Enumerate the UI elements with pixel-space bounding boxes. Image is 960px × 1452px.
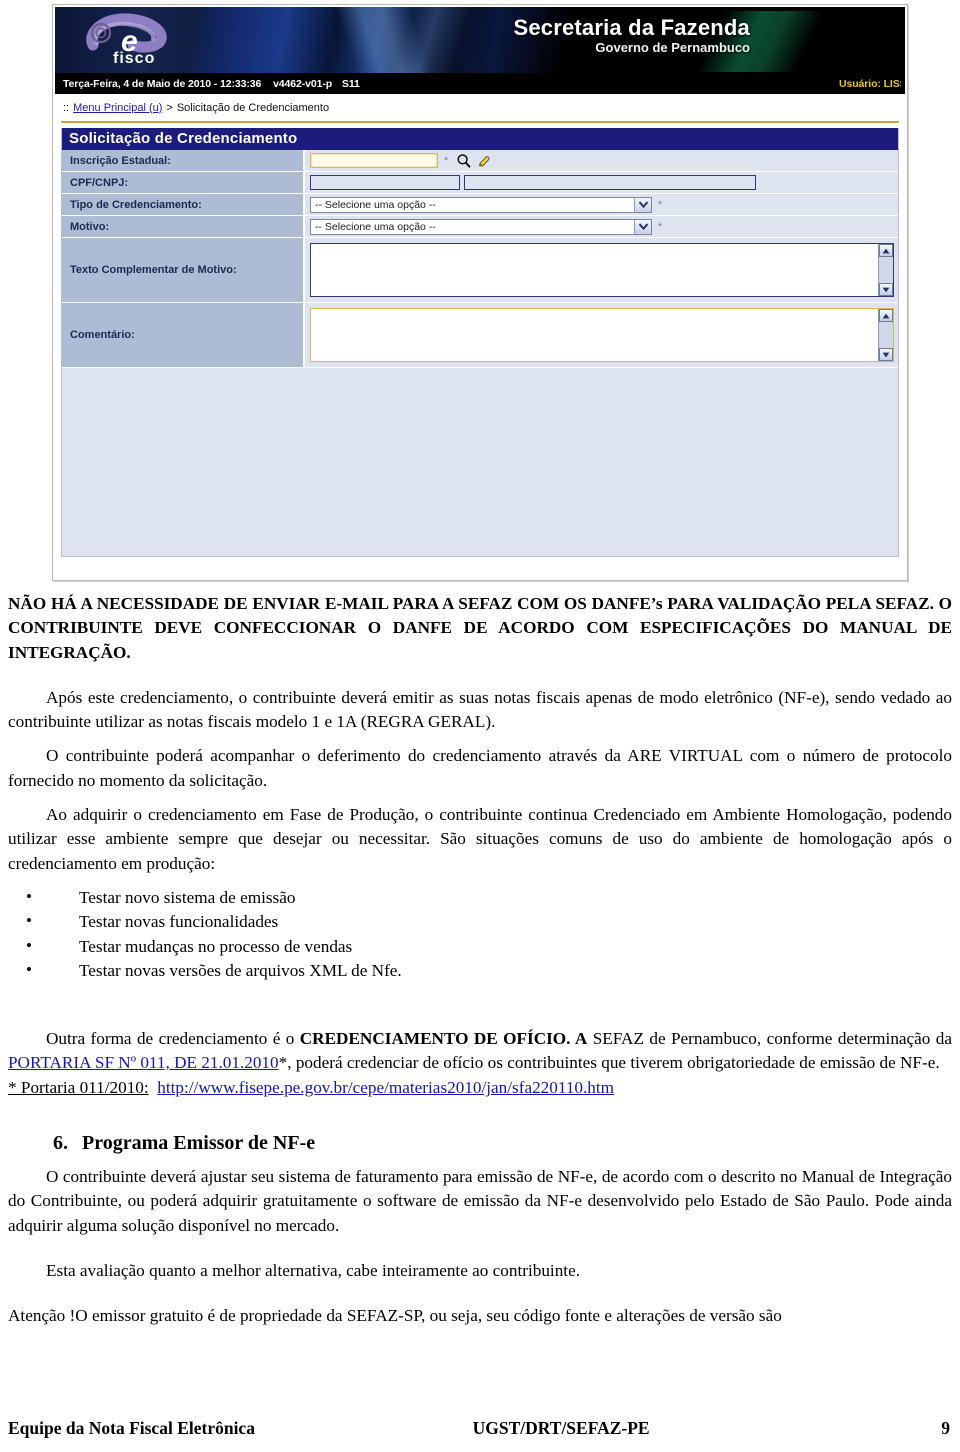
field-row-cpf-cnpj: CPF/CNPJ: — [62, 172, 898, 194]
label-motivo: Motivo: — [62, 216, 305, 237]
label-texto-complementar: Texto Complementar de Motivo: — [62, 238, 305, 302]
razao-social-input[interactable] — [464, 175, 756, 190]
label-comentario: Comentário: — [62, 303, 305, 367]
texto-complementar-text[interactable] — [311, 244, 878, 296]
paragraph-4-c: SEFAZ de Pernambuco, conforme determinaç… — [587, 1029, 953, 1049]
texto-complementar-textarea[interactable] — [310, 243, 894, 297]
required-marker-tipo: * — [658, 198, 663, 211]
motivo-selected-value: -- Selecione uma opção -- — [315, 220, 436, 233]
required-marker-inscricao: * — [444, 154, 449, 167]
portaria-url-link[interactable]: http://www.fisepe.pe.gov.br/cepe/materia… — [157, 1078, 614, 1097]
banner-title: Secretaria da Fazenda — [513, 15, 750, 40]
texto-complementar-scrollbar[interactable] — [878, 244, 893, 296]
status-bar: Terça-Feira, 4 de Maio de 2010 - 12:33:3… — [55, 73, 905, 94]
page-footer: Equipe da Nota Fiscal Eletrônica UGST/DR… — [0, 1418, 960, 1439]
chevron-down-icon[interactable] — [634, 219, 651, 234]
scroll-up-icon[interactable] — [879, 244, 893, 257]
breadcrumb-current: Solicitação de Credenciamento — [176, 101, 330, 114]
field-row-motivo: Motivo: -- Selecione uma opção -- * — [62, 216, 898, 238]
eraser-icon[interactable] — [477, 153, 492, 168]
field-row-texto-complementar: Texto Complementar de Motivo: — [62, 238, 898, 303]
required-marker-motivo: * — [658, 220, 663, 233]
list-item: Testar novo sistema de emissão — [26, 885, 952, 910]
paragraph-4-e: *, poderá credenciar de ofício os contri… — [278, 1053, 940, 1073]
label-tipo-credenciamento: Tipo de Credenciamento: — [62, 194, 305, 215]
paragraph-4-bold: CREDENCIAMENTO DE OFÍCIO. A — [299, 1029, 588, 1049]
comentario-text[interactable] — [311, 309, 878, 361]
portaria-note-label: * Portaria 011/2010: — [8, 1077, 149, 1097]
scroll-up-icon[interactable] — [879, 309, 893, 322]
paragraph-5: O contribuinte deverá ajustar seu sistem… — [8, 1167, 952, 1235]
portaria-link[interactable]: PORTARIA SF Nº 011, DE 21.01.2010 — [8, 1053, 279, 1072]
tipo-credenciamento-selected-value: -- Selecione uma opção -- — [315, 198, 436, 211]
svg-text:fisco: fisco — [113, 50, 155, 67]
label-inscricao-estadual: Inscrição Estadual: — [62, 150, 305, 171]
form-title: Solicitação de Credenciamento — [62, 128, 898, 150]
paragraph-3: Ao adquirir o credenciamento em Fase de … — [8, 805, 952, 873]
credentialing-form-panel: Solicitação de Credenciamento Inscrição … — [61, 128, 899, 557]
paragraph-4-a: Outra forma de credenciamento é o — [46, 1029, 300, 1049]
breadcrumb-home-link[interactable]: Menu Principal (u) — [73, 102, 162, 114]
cpf-cnpj-input[interactable] — [310, 175, 460, 190]
banner-title-block: Secretaria da Fazenda Governo de Pernamb… — [513, 16, 750, 56]
section-number: 6. — [53, 1132, 68, 1155]
motivo-select[interactable]: -- Selecione uma opção -- — [310, 218, 652, 235]
comentario-textarea[interactable] — [310, 308, 894, 362]
field-row-inscricao-estadual: Inscrição Estadual: * — [62, 150, 898, 172]
paragraph-1: Após este credenciamento, o contribuinte… — [8, 687, 952, 732]
scroll-down-icon[interactable] — [879, 283, 893, 296]
comentario-scrollbar[interactable] — [878, 309, 893, 361]
site-banner: e fisco Secretaria da Fazenda Governo de… — [55, 7, 905, 73]
tipo-credenciamento-select[interactable]: -- Selecione uma opção -- — [310, 196, 652, 213]
list-item: Testar novas funcionalidades — [26, 909, 952, 934]
status-datetime: Terça-Feira, 4 de Maio de 2010 - 12:33:3… — [63, 77, 262, 90]
status-bar-left: Terça-Feira, 4 de Maio de 2010 - 12:33:3… — [63, 78, 360, 90]
search-icon[interactable] — [456, 153, 472, 169]
banner-subtitle: Governo de Pernambuco — [595, 40, 750, 56]
field-row-tipo-credenciamento: Tipo de Credenciamento: -- Selecione uma… — [62, 194, 898, 216]
paragraph-6: Esta avaliação quanto a melhor alternati… — [46, 1260, 581, 1280]
paragraph-2: O contribuinte poderá acompanhar o defer… — [8, 746, 952, 790]
breadcrumb-separator: > — [166, 101, 173, 114]
homologation-use-cases-list: Testar novo sistema de emissão Testar no… — [8, 885, 952, 983]
footer-team: Equipe da Nota Fiscal Eletrônica — [8, 1418, 255, 1438]
status-session: S11 — [341, 77, 360, 90]
list-item: Testar mudanças no processo de vendas — [26, 934, 952, 959]
paragraph-4: Outra forma de credenciamento é o CREDEN… — [8, 1027, 952, 1076]
list-item: Testar novas versões de arquivos XML de … — [26, 958, 952, 983]
document-body: NÃO HÁ A NECESSIDADE DE ENVIAR E-MAIL PA… — [0, 592, 960, 1329]
breadcrumb-prefix: :: — [63, 101, 70, 114]
warning-paragraph: NÃO HÁ A NECESSIDADE DE ENVIAR E-MAIL PA… — [8, 594, 952, 662]
section-heading-6: 6. Programa Emissor de NF-e — [8, 1132, 952, 1155]
portaria-note: * Portaria 011/2010: http://www.fisepe.p… — [8, 1076, 952, 1100]
paragraph-7: Atenção !O emissor gratuito é de proprie… — [8, 1306, 782, 1326]
field-row-comentario: Comentário: * — [62, 303, 898, 368]
scroll-down-icon[interactable] — [879, 348, 893, 361]
efisco-logo: e fisco — [77, 11, 197, 69]
section-title: Programa Emissor de NF-e — [82, 1132, 316, 1155]
label-cpf-cnpj: CPF/CNPJ: — [62, 172, 305, 193]
status-user: Usuário: LISS — [839, 77, 901, 90]
breadcrumb: :: Menu Principal (u) > Solicitação de C… — [55, 94, 905, 121]
browser-viewport: e fisco Secretaria da Fazenda Governo de… — [55, 7, 905, 578]
status-version: v4462-v01-p — [273, 77, 333, 90]
footer-org: UGST/DRT/SEFAZ-PE — [472, 1418, 650, 1438]
inscricao-estadual-input[interactable] — [310, 153, 438, 168]
application-screenshot: e fisco Secretaria da Fazenda Governo de… — [52, 4, 908, 581]
footer-page-number: 9 — [941, 1418, 950, 1438]
chevron-down-icon[interactable] — [634, 197, 651, 212]
panel-empty-area — [62, 368, 898, 556]
